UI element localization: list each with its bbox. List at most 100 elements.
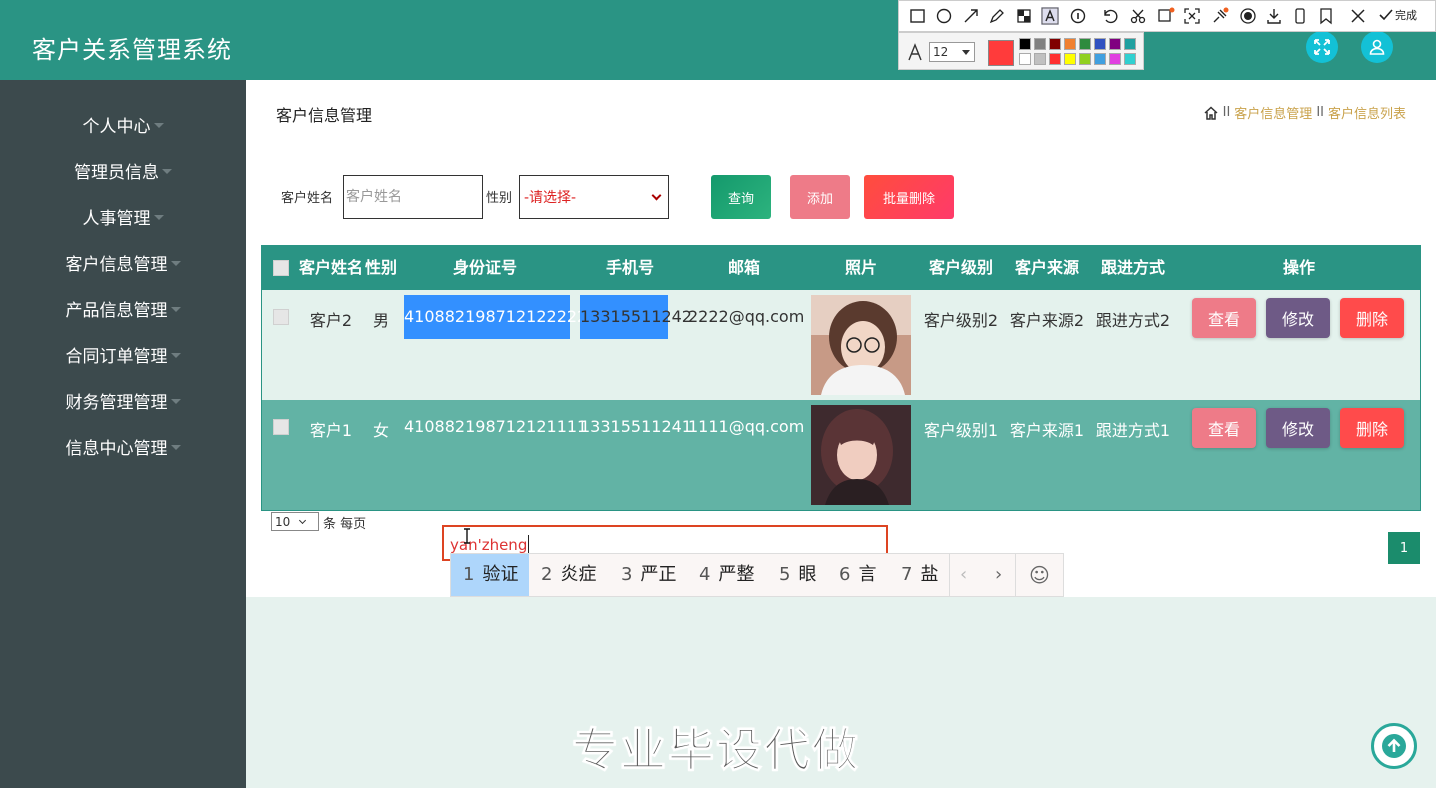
color-swatch[interactable]: [1049, 53, 1061, 65]
cell-name: 客户1: [309, 421, 353, 440]
color-swatch[interactable]: [1079, 38, 1091, 50]
add-button[interactable]: 添加: [790, 175, 850, 219]
capture-region-icon[interactable]: [1183, 7, 1201, 25]
chevron-left-icon[interactable]: ‹: [960, 554, 967, 596]
back-to-top-button[interactable]: [1371, 723, 1417, 769]
ime-candidate-7[interactable]: 7盐: [901, 554, 938, 596]
ime-candidate-4[interactable]: 4 严整: [699, 554, 754, 596]
sidebar-item-hr[interactable]: 人事管理: [0, 198, 246, 234]
ime-candidate-2[interactable]: 2 炎症: [541, 554, 596, 596]
page-button-1[interactable]: 1: [1388, 532, 1420, 564]
color-swatch[interactable]: [1019, 53, 1031, 65]
color-swatch[interactable]: [1094, 38, 1106, 50]
undo-icon[interactable]: [1101, 7, 1119, 25]
text-cursor: [528, 535, 529, 553]
breadcrumb-separator: II: [1316, 105, 1324, 120]
color-swatch[interactable]: [1094, 53, 1106, 65]
delete-button[interactable]: 删除: [1340, 298, 1404, 338]
app-title: 客户关系管理系统: [32, 36, 232, 64]
font-size-select[interactable]: 12: [929, 42, 975, 62]
user-icon: [1369, 39, 1385, 55]
breadcrumb-item-customer-info[interactable]: 客户信息管理: [1234, 103, 1312, 122]
select-all-checkbox[interactable]: [273, 260, 289, 276]
cell-gender: 女: [372, 421, 389, 440]
customer-table: 客户姓名 性别 身份证号 手机号 邮箱 照片 客户级别 客户来源 跟进方式 操作…: [261, 245, 1421, 511]
view-button[interactable]: 查看: [1192, 298, 1256, 338]
font-icon: [908, 43, 922, 61]
ime-candidate-1[interactable]: 1 验证: [451, 554, 529, 596]
bookmark-icon[interactable]: [1317, 7, 1335, 25]
color-swatch[interactable]: [1124, 38, 1136, 50]
sidebar-item-personal-center[interactable]: 个人中心: [0, 106, 246, 142]
name-search-input[interactable]: [343, 175, 483, 219]
number-tool-icon[interactable]: [1069, 7, 1087, 25]
table-row: 客户2 男 410882198712122222 13315511242 222…: [262, 290, 1420, 400]
row-checkbox[interactable]: [273, 419, 289, 435]
column-header-level: 客户级别: [928, 258, 993, 277]
breadcrumb-item-customer-list[interactable]: 客户信息列表: [1328, 103, 1406, 122]
rectangle-tool-icon[interactable]: [909, 7, 927, 25]
download-icon[interactable]: [1265, 7, 1283, 25]
column-header-follow: 跟进方式: [1100, 258, 1165, 277]
pin-icon[interactable]: [1211, 7, 1229, 25]
cell-email: 1111@qq.com: [688, 417, 805, 436]
sidebar-item-admin-info[interactable]: 管理员信息: [0, 152, 246, 188]
color-swatch[interactable]: [1124, 53, 1136, 65]
edit-button[interactable]: 修改: [1266, 408, 1330, 448]
ellipse-tool-icon[interactable]: [935, 7, 953, 25]
ime-candidate-3[interactable]: 3 严正: [621, 554, 676, 596]
column-header-email: 邮箱: [727, 258, 760, 277]
ime-candidate-5[interactable]: 5眼: [779, 554, 816, 596]
view-button[interactable]: 查看: [1192, 408, 1256, 448]
row-checkbox[interactable]: [273, 309, 289, 325]
color-swatch[interactable]: [1034, 38, 1046, 50]
cell-id-card[interactable]: 410882198712122222: [404, 295, 587, 339]
color-swatch[interactable]: [1064, 38, 1076, 50]
close-icon[interactable]: [1349, 7, 1367, 25]
text-tool-icon[interactable]: [1041, 7, 1059, 25]
sidebar-item-info-center[interactable]: 信息中心管理: [0, 428, 246, 464]
color-swatch[interactable]: [1019, 38, 1031, 50]
sidebar-item-contract-order[interactable]: 合同订单管理: [0, 336, 246, 372]
batch-delete-button[interactable]: 批量删除: [864, 175, 954, 219]
user-button[interactable]: [1361, 31, 1393, 63]
chevron-right-icon[interactable]: ›: [995, 554, 1002, 596]
sidebar-item-finance[interactable]: 财务管理管理: [0, 382, 246, 418]
gender-select[interactable]: -请选择-: [519, 175, 669, 219]
page-size-label: 条 每页: [323, 517, 367, 532]
caret-down-icon: [170, 398, 181, 404]
arrow-tool-icon[interactable]: [962, 7, 980, 25]
fullscreen-button[interactable]: [1306, 31, 1338, 63]
home-icon[interactable]: [1203, 105, 1219, 121]
page-size-select[interactable]: 10: [271, 512, 319, 531]
color-swatch[interactable]: [1109, 38, 1121, 50]
cell-phone[interactable]: 13315511242: [580, 295, 692, 339]
cell-level: 客户级别2: [923, 311, 999, 330]
color-swatch[interactable]: [1064, 53, 1076, 65]
color-swatch[interactable]: [1049, 38, 1061, 50]
cell-id-card: 410882198712121111: [404, 417, 588, 436]
delete-button[interactable]: 删除: [1340, 408, 1404, 448]
color-swatch[interactable]: [1079, 53, 1091, 65]
column-header-source: 客户来源: [1014, 258, 1079, 277]
expand-icon: [1314, 39, 1330, 55]
record-icon[interactable]: [1239, 7, 1257, 25]
ime-candidate-6[interactable]: 6言: [839, 554, 876, 596]
scissors-icon[interactable]: [1129, 7, 1147, 25]
current-color-swatch[interactable]: [988, 40, 1014, 66]
breadcrumb-separator: II: [1222, 105, 1231, 120]
emoji-icon[interactable]: ☺: [1029, 554, 1050, 596]
color-swatch[interactable]: [1034, 53, 1046, 65]
ocr-icon[interactable]: [1157, 7, 1175, 25]
sidebar-item-product-info[interactable]: 产品信息管理: [0, 290, 246, 326]
query-button[interactable]: 查询: [711, 175, 771, 219]
cell-phone: 13315511241: [580, 417, 692, 436]
mosaic-tool-icon[interactable]: [1015, 7, 1033, 25]
done-button[interactable]: 完成: [1379, 7, 1417, 23]
color-swatch[interactable]: [1109, 53, 1121, 65]
cell-gender: 男: [372, 311, 389, 330]
sidebar-item-customer-info[interactable]: 客户信息管理: [0, 244, 246, 280]
pen-tool-icon[interactable]: [988, 7, 1006, 25]
phone-icon[interactable]: [1291, 7, 1309, 25]
edit-button[interactable]: 修改: [1266, 298, 1330, 338]
